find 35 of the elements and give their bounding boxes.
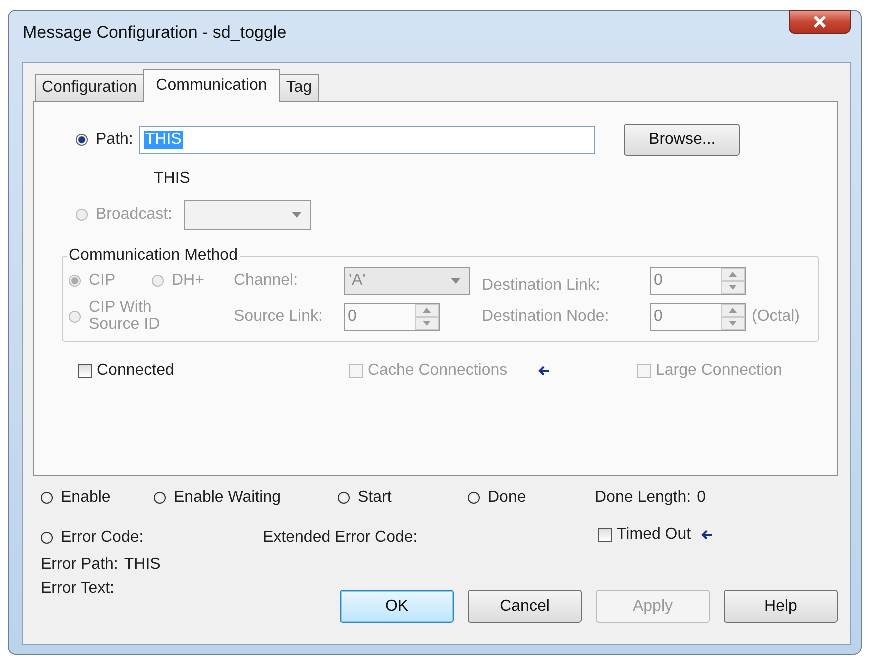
window-title: Message Configuration - sd_toggle (23, 23, 287, 43)
error-path-value: THIS (124, 556, 161, 574)
group-title: Communication Method (68, 247, 239, 265)
destination-node-label: Destination Node: (482, 308, 610, 326)
tab[interactable]: Tag (279, 74, 320, 101)
error-path-label: Error Path: (41, 556, 118, 574)
unit-label: (Octal) (751, 308, 801, 326)
timed-out-checkbox[interactable]: Timed Out (598, 526, 692, 544)
dialog-button[interactable]: Cancel (468, 590, 582, 623)
broadcast-dropdown[interactable] (184, 200, 312, 230)
resolved-path: THIS (154, 170, 192, 188)
option-checkbox[interactable]: Connected (78, 362, 174, 380)
done-length-label: Done Length: (595, 489, 692, 507)
source-link-label: Source Link: (234, 308, 324, 326)
status-indicator: Error Code: (41, 529, 263, 547)
status-indicator: Enable Waiting (154, 489, 338, 507)
done-length-value: 0 (696, 489, 707, 507)
status-indicator: Done (468, 489, 595, 507)
channel-label: Channel: (234, 272, 300, 290)
tab[interactable]: Configuration (35, 74, 144, 101)
close-icon (813, 16, 827, 28)
destination-link-label: Destination Link: (482, 277, 602, 295)
extended-error-code-label: Extended Error Code: (263, 529, 419, 547)
dialog-button[interactable]: Help (724, 590, 838, 623)
path-radio[interactable]: Path: (76, 131, 134, 149)
dialog-button[interactable]: OK (340, 590, 454, 623)
path-field[interactable]: THIS (139, 126, 596, 154)
error-text-label: Error Text: (41, 580, 116, 598)
browse-button[interactable]: Browse... (624, 124, 740, 156)
status-indicator: Enable (41, 489, 154, 507)
tab[interactable]: Communication (143, 69, 280, 102)
status-indicator: Start (338, 489, 468, 507)
caret-icon (292, 212, 302, 218)
close-button[interactable] (789, 10, 851, 34)
caret-icon (451, 278, 461, 284)
